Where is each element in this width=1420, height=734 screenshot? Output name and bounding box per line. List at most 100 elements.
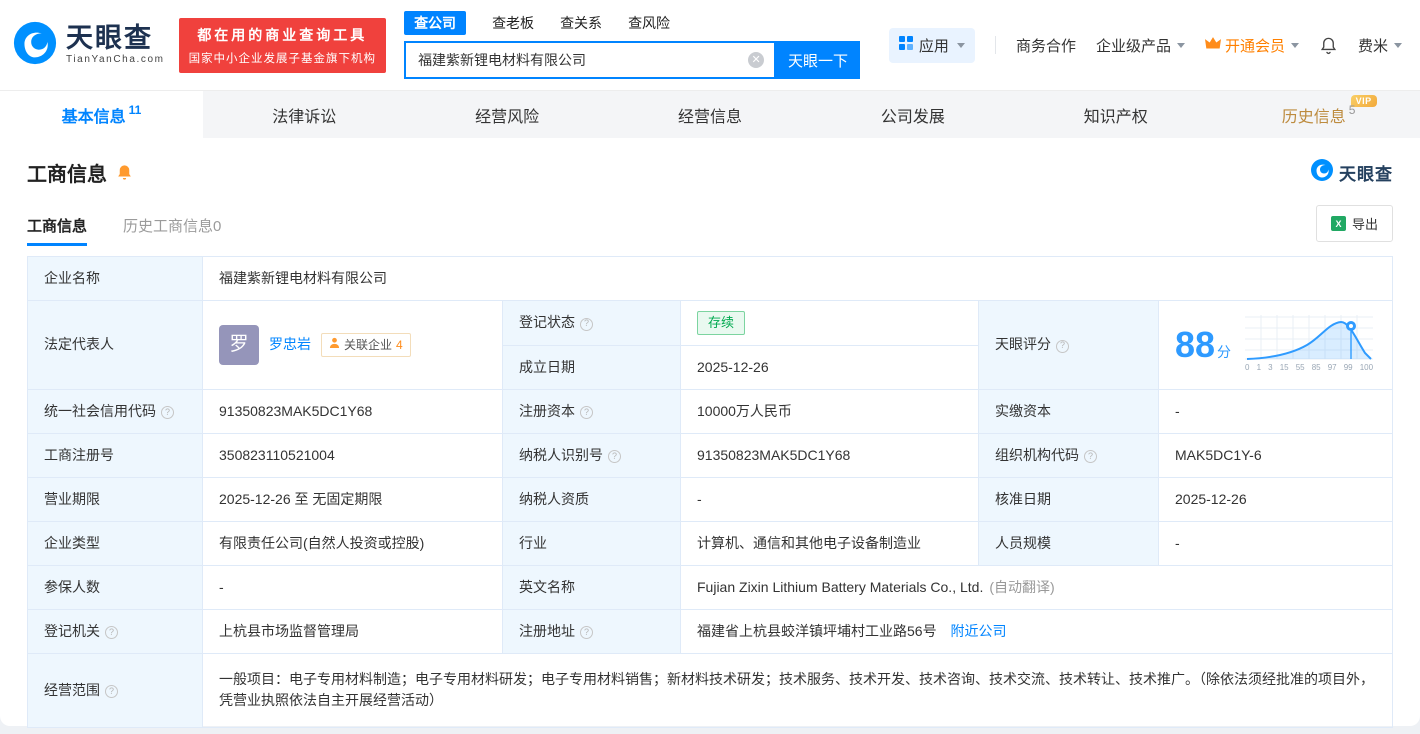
crown-icon [1204, 36, 1221, 54]
help-icon[interactable]: ? [1084, 449, 1097, 463]
chevron-down-icon [1176, 42, 1185, 48]
nearby-companies-link[interactable]: 附近公司 [950, 623, 1006, 639]
divider [994, 36, 996, 54]
credit-code-label: 统一社会信用代码? [27, 388, 203, 434]
nav-tab-label: 历史信息 [1281, 108, 1346, 126]
nav-tab-label: 经营风险 [475, 108, 540, 126]
term-value: 2025-12-26 至 无固定期限 [202, 476, 503, 522]
score-cell: 88 分 0 1 3 15 55 85 97 99 100 [1158, 300, 1393, 390]
address-value: 福建省上杭县蛟洋镇坪埔村工业路56号 附近公司 [680, 608, 1393, 654]
authority-value: 上杭县市场监督管理局 [202, 608, 503, 654]
insured-count-value: - [202, 564, 503, 610]
apps-menu-label: 应用 [918, 37, 949, 55]
nav-tab-legal[interactable]: 法律诉讼 [203, 91, 406, 138]
excel-icon: X [1330, 216, 1346, 231]
search-input[interactable] [406, 52, 737, 68]
field-label-text: 组织机构代码 [995, 446, 1079, 463]
business-info-card: 工商信息 天眼查 工商信息 历史工商信息0 X 导出 企业名称 福建紫新锂电材料… [0, 138, 1420, 728]
clear-search-icon[interactable]: ✕ [748, 52, 765, 68]
export-button-label: 导出 [1351, 217, 1378, 232]
reg-capital-value: 10000万人民币 [680, 388, 979, 434]
search-submit-button[interactable]: 天眼一下 [776, 41, 861, 79]
english-name-text: Fujian Zixin Lithium Battery Materials C… [697, 578, 984, 595]
address-label: 注册地址? [502, 608, 681, 654]
help-icon[interactable]: ? [580, 317, 593, 331]
legal-rep-name-link[interactable]: 罗忠岩 [269, 334, 311, 355]
vip-upgrade-link[interactable]: 开通会员 [1204, 35, 1299, 56]
help-icon[interactable]: ? [608, 449, 621, 463]
promo-banner: 都在用的商业查询工具 国家中小企业发展子基金旗下机构 [178, 17, 387, 73]
related-companies-label: 关联企业 [344, 337, 393, 352]
apps-menu[interactable]: 应用 [888, 27, 975, 63]
nav-tab-basic-info[interactable]: 基本信息 11 [0, 91, 203, 138]
legal-rep-label: 法定代表人 [27, 300, 203, 390]
subscribe-bell-icon[interactable] [115, 163, 134, 182]
help-icon[interactable]: ? [580, 625, 593, 639]
score-value: 88 [1175, 323, 1216, 365]
related-companies-count: 4 [396, 337, 403, 352]
english-name-label: 英文名称 [502, 564, 681, 610]
status-badge: 存续 [697, 311, 746, 335]
nav-tab-operating-info[interactable]: 经营信息 [609, 91, 812, 138]
english-name-value: Fujian Zixin Lithium Battery Materials C… [680, 564, 1393, 610]
field-label-text: 登记机关 [44, 622, 100, 639]
industry-label: 行业 [502, 520, 681, 566]
org-code-value: MAK5DC1Y-6 [1158, 432, 1393, 478]
score-label: 天眼评分? [978, 300, 1159, 390]
nav-tab-history-info[interactable]: VIP 历史信息 5 [1217, 91, 1420, 138]
legal-rep-avatar[interactable]: 罗 [219, 324, 259, 365]
related-companies-badge[interactable]: 关联企业 4 [321, 332, 411, 357]
field-label-text: 注册资本 [519, 402, 575, 419]
subtab-row: 工商信息 历史工商信息0 X 导出 [27, 205, 1393, 246]
approval-date-value: 2025-12-26 [1158, 476, 1393, 522]
search-box: ✕ [404, 41, 777, 79]
org-code-label: 组织机构代码? [978, 432, 1159, 478]
reg-capital-label: 注册资本? [502, 388, 681, 434]
user-menu[interactable]: 费米 [1358, 35, 1402, 56]
help-icon[interactable]: ? [105, 684, 118, 698]
notification-bell-icon[interactable] [1319, 36, 1338, 55]
brand-logo-text: 天眼查 TianYanCha.com [66, 25, 165, 65]
enterprise-products-menu[interactable]: 企业级产品 [1096, 35, 1185, 56]
field-label-text: 登记状态 [519, 314, 575, 331]
nav-tab-count: 5 [1348, 102, 1356, 117]
export-button[interactable]: X 导出 [1315, 205, 1393, 242]
score-chart: 0 1 3 15 55 85 97 99 100 [1245, 315, 1374, 374]
industry-value: 计算机、通信和其他电子设备制造业 [680, 520, 979, 566]
search-tab-company[interactable]: 查公司 [404, 11, 467, 35]
header: 天眼查 TianYanCha.com 都在用的商业查询工具 国家中小企业发展子基… [0, 0, 1420, 90]
company-type-value: 有限责任公司(自然人投资或控股) [202, 520, 503, 566]
search-tab-risk[interactable]: 查风险 [628, 13, 670, 33]
subtab-business-info[interactable]: 工商信息 [27, 215, 88, 246]
main-nav: 基本信息 11 法律诉讼 经营风险 经营信息 公司发展 知识产权 VIP 历史信… [0, 90, 1420, 138]
top-navigation: 应用 商务合作 企业级产品 开通会员 费米 [888, 27, 1402, 63]
field-label-text: 注册地址 [519, 622, 575, 639]
nav-tab-intellectual-property[interactable]: 知识产权 [1014, 91, 1217, 138]
legal-rep-cell: 罗 罗忠岩 关联企业 4 [202, 300, 503, 390]
search-tab-relation[interactable]: 查关系 [560, 13, 602, 33]
term-label: 营业期限 [27, 476, 203, 522]
search-tab-boss[interactable]: 查老板 [492, 13, 534, 33]
reg-status-value: 存续 [680, 300, 979, 346]
help-icon[interactable]: ? [1056, 339, 1069, 353]
promo-line2: 国家中小企业发展子基金旗下机构 [188, 52, 377, 65]
nav-tab-label: 基本信息 [61, 108, 126, 126]
nav-tab-company-development[interactable]: 公司发展 [811, 91, 1014, 138]
paid-capital-value: - [1158, 388, 1393, 434]
approval-date-label: 核准日期 [978, 476, 1159, 522]
nav-tab-operating-risk[interactable]: 经营风险 [406, 91, 609, 138]
tax-quality-label: 纳税人资质 [502, 476, 681, 522]
brand-logo[interactable]: 天眼查 TianYanCha.com [12, 20, 165, 71]
score-unit: 分 [1217, 343, 1232, 360]
help-icon[interactable]: ? [161, 405, 174, 419]
tax-quality-value: - [680, 476, 979, 522]
company-type-label: 企业类型 [27, 520, 203, 566]
subtab-history-business-info[interactable]: 历史工商信息0 [123, 215, 221, 246]
biz-cooperation-link[interactable]: 商务合作 [1016, 35, 1076, 56]
nav-tab-label: 公司发展 [880, 108, 945, 126]
staff-size-value: - [1158, 520, 1393, 566]
field-label-text: 统一社会信用代码 [44, 402, 156, 419]
authority-label: 登记机关? [27, 608, 203, 654]
help-icon[interactable]: ? [105, 625, 118, 639]
help-icon[interactable]: ? [580, 405, 593, 419]
